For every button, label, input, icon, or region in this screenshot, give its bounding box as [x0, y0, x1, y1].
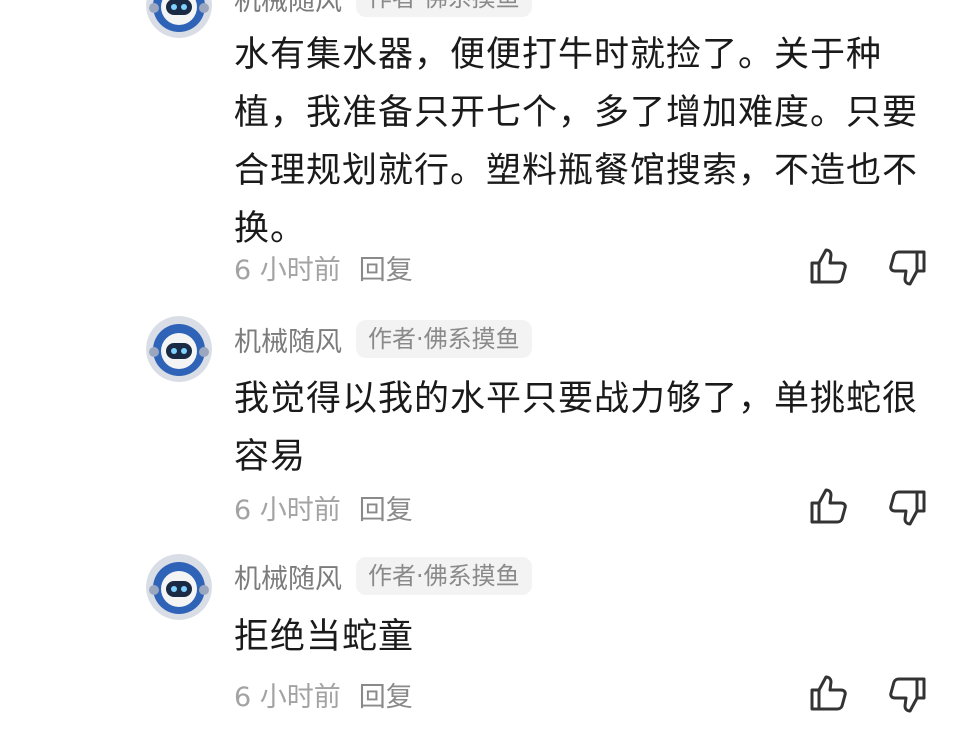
comment-header: 机械随风 作者·佛系摸鱼: [234, 0, 532, 18]
robot-avatar-icon: [146, 554, 212, 620]
thumbs-down-icon: [889, 490, 926, 526]
reply-button[interactable]: 回复: [359, 488, 413, 527]
comment-text: 我觉得以我的水平只要战力够了，单挑蛇很容易: [234, 379, 919, 477]
thumbs-up-icon: [810, 675, 847, 711]
robot-avatar-icon: [146, 0, 212, 38]
thumbs-down-icon: [889, 250, 926, 286]
comment-item: 机械随风 作者·佛系摸鱼 我觉得以我的水平只要战力够了，单挑蛇很容易 6 小时前…: [0, 300, 978, 540]
comment-meta: 6 小时前 回复: [234, 674, 413, 714]
author-badge: 作者·佛系摸鱼: [356, 320, 532, 358]
comment-timestamp: 6 小时前: [234, 681, 341, 713]
avatar[interactable]: [146, 554, 212, 620]
comment-item: 机械随风 作者·佛系摸鱼 拒绝当蛇童 6 小时前 回复: [0, 540, 978, 733]
author-badge: 作者·佛系摸鱼: [356, 0, 532, 17]
author-badge: 作者·佛系摸鱼: [356, 557, 532, 595]
like-button[interactable]: [804, 669, 852, 717]
comment-header: 机械随风 作者·佛系摸鱼: [234, 556, 532, 596]
comment-text: 水有集水器，便便打牛时就捡了。关于种植，我准备只开七个，多了增加难度。只要合理规…: [234, 35, 919, 249]
dislike-button[interactable]: [884, 671, 932, 719]
like-button[interactable]: [804, 242, 852, 290]
dislike-button[interactable]: [884, 484, 932, 532]
reply-button[interactable]: 回复: [359, 248, 413, 287]
thumbs-down-icon: [889, 677, 926, 713]
comment-text: 拒绝当蛇童: [234, 617, 415, 657]
comment-timestamp: 6 小时前: [234, 494, 341, 526]
dislike-button[interactable]: [884, 244, 932, 292]
comment-item: 机械随风 作者·佛系摸鱼 水有集水器，便便打牛时就捡了。关于种植，我准备只开七个…: [0, 0, 978, 300]
thumbs-up-icon: [810, 488, 847, 524]
avatar[interactable]: [146, 0, 212, 38]
robot-avatar-icon: [146, 316, 212, 382]
comment-meta: 6 小时前 回复: [234, 247, 413, 287]
comment-username[interactable]: 机械随风: [234, 320, 342, 359]
comment-header: 机械随风 作者·佛系摸鱼: [234, 319, 532, 359]
like-button[interactable]: [804, 482, 852, 530]
comment-username[interactable]: 机械随风: [234, 557, 342, 596]
reply-button[interactable]: 回复: [359, 675, 413, 714]
comment-timestamp: 6 小时前: [234, 254, 341, 286]
comment-username[interactable]: 机械随风: [234, 0, 342, 18]
avatar[interactable]: [146, 316, 212, 382]
comment-meta: 6 小时前 回复: [234, 487, 413, 527]
thumbs-up-icon: [810, 248, 847, 284]
